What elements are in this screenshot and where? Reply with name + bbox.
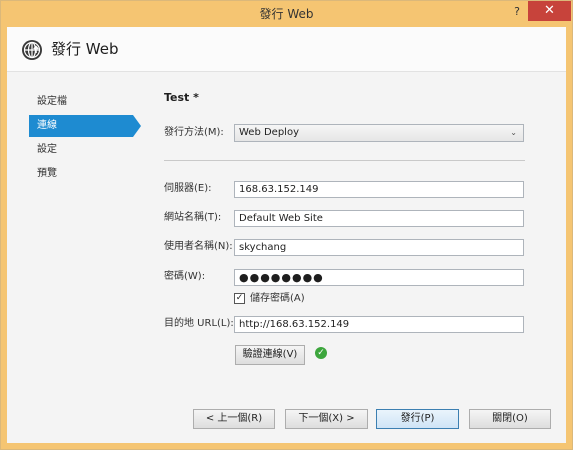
password-input[interactable]: ●●●●●●●● [234,269,524,286]
username-label: 使用者名稱(N): [164,241,233,252]
globe-upload-icon [22,40,42,60]
validate-connection-button[interactable]: 驗證連線(V) [235,345,305,365]
server-label: 伺服器(E): [164,183,212,194]
publish-method-value: Web Deploy [239,127,299,138]
password-label: 密碼(W): [164,271,206,282]
server-input[interactable]: 168.63.152.149 [234,181,524,198]
site-name-input[interactable]: Default Web Site [234,210,524,227]
window-title: 發行 Web [259,7,314,21]
title-bar[interactable]: 發行 Web ? ✕ [1,1,572,27]
save-password-label: 儲存密碼(A) [250,293,305,304]
close-button[interactable]: 關閉(O) [469,409,551,429]
previous-button[interactable]: < 上一個(R) [193,409,275,429]
site-name-label: 網站名稱(T): [164,212,222,223]
sidebar-item-connection[interactable]: 連線 [29,115,133,137]
dest-url-input[interactable]: http://168.63.152.149 [234,316,524,333]
publish-method-label: 發行方法(M): [164,127,224,138]
sidebar-active-arrow [133,115,141,137]
username-input[interactable]: skychang [234,239,524,256]
save-password-checkbox[interactable]: ✓ [234,293,245,304]
dialog-header: 發行 Web [7,27,566,72]
chevron-down-icon: ⌄ [510,128,517,137]
section-divider [164,160,525,161]
sidebar-item-profile[interactable]: 設定檔 [29,91,133,113]
dialog-title: 發行 Web [51,40,119,58]
profile-name: Test * [164,91,199,104]
sidebar-item-preview[interactable]: 預覽 [29,163,133,185]
help-button[interactable]: ? [510,4,524,20]
dest-url-label: 目的地 URL(L): [164,318,234,329]
next-button[interactable]: 下一個(X) > [285,409,368,429]
dialog-client: 發行 Web 設定檔 連線 設定 預覽 Test * 發行方法(M): Web … [7,27,566,443]
sidebar-item-settings[interactable]: 設定 [29,139,133,161]
publish-method-select[interactable]: Web Deploy ⌄ [234,124,524,142]
publish-button[interactable]: 發行(P) [376,409,459,429]
success-check-icon: ✓ [315,347,327,359]
publish-web-window: 發行 Web ? ✕ 發行 Web 設定檔 連線 設定 預覽 Test * 發行… [0,0,573,450]
close-window-button[interactable]: ✕ [528,1,571,21]
